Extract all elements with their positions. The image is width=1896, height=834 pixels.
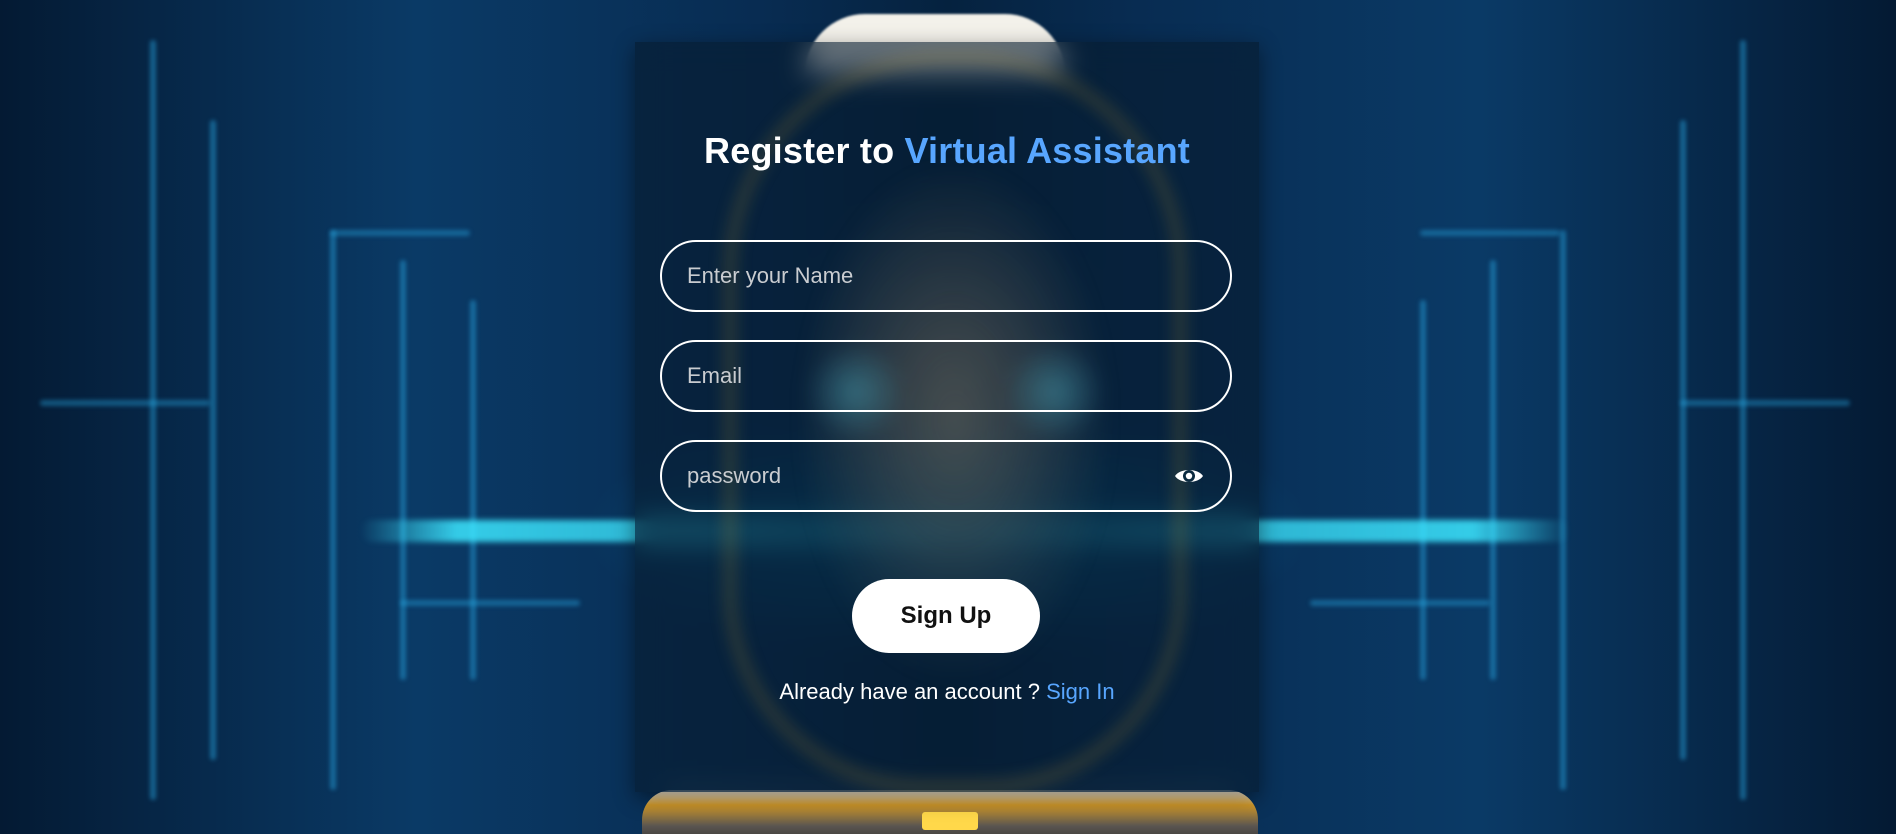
circuit-trace <box>210 120 216 760</box>
circuit-trace <box>1310 600 1490 606</box>
title-prefix: Register to <box>704 130 895 171</box>
email-field <box>660 340 1232 412</box>
register-card: Register to Virtual Assistant Sign Up Al… <box>635 42 1259 792</box>
robot-body <box>642 790 1258 834</box>
circuit-trace <box>400 600 580 606</box>
sign-in-prompt: Already have an account ? Sign In <box>635 679 1259 705</box>
circuit-trace <box>400 260 406 680</box>
sign-in-link[interactable]: Sign In <box>1046 679 1115 704</box>
password-input[interactable] <box>662 442 1172 510</box>
circuit-trace <box>40 400 210 406</box>
circuit-trace <box>1420 300 1426 680</box>
email-input[interactable] <box>662 342 1230 410</box>
password-field <box>660 440 1232 512</box>
circuit-trace <box>330 230 336 790</box>
circuit-trace <box>330 230 470 236</box>
circuit-trace <box>470 300 476 680</box>
robot-light <box>922 812 978 830</box>
title-accent: Virtual Assistant <box>904 130 1190 171</box>
circuit-trace <box>1680 120 1686 760</box>
circuit-trace <box>1420 230 1560 236</box>
circuit-trace <box>1560 230 1566 790</box>
circuit-trace <box>1740 40 1746 800</box>
eye-icon[interactable] <box>1172 459 1206 493</box>
circuit-trace <box>1680 400 1850 406</box>
circuit-trace <box>1490 260 1496 680</box>
sign-in-prompt-text: Already have an account ? <box>779 679 1040 704</box>
page-title: Register to Virtual Assistant <box>635 130 1259 172</box>
name-field <box>660 240 1232 312</box>
name-input[interactable] <box>662 242 1230 310</box>
circuit-trace <box>150 40 156 800</box>
sign-up-button[interactable]: Sign Up <box>852 579 1040 653</box>
